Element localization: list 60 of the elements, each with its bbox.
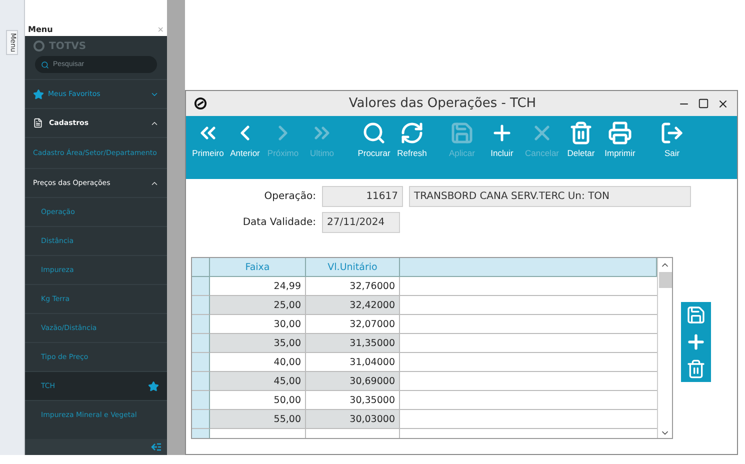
document-icon (33, 118, 43, 128)
table-cell: 24,99 (210, 277, 306, 296)
table-cell: 50,00 (210, 391, 306, 410)
row-header (192, 296, 210, 315)
trash-icon (569, 121, 593, 145)
table-cell: 31,04000 (306, 353, 400, 372)
collapse-icon[interactable] (151, 443, 161, 451)
toolbar-button[interactable]: Deletar (562, 121, 600, 165)
close-button[interactable]: × (157, 24, 164, 34)
row-header (192, 315, 210, 334)
table-cell: 30,03000 (306, 410, 400, 429)
logo-icon (33, 40, 45, 52)
toolbar-button[interactable]: Sair (644, 121, 700, 165)
table-cell: 32,76000 (306, 277, 400, 296)
scrollbar[interactable] (657, 258, 672, 438)
row-header (192, 353, 210, 372)
description-field[interactable]: TRANSBORD CANA SERV.TERC Un: TON (409, 186, 691, 207)
app-icon (194, 97, 207, 110)
trash-icon[interactable] (686, 359, 706, 379)
row-header (192, 391, 210, 410)
table-cell: 30,35000 (306, 391, 400, 410)
toolbar-button[interactable]: Procurar (354, 121, 394, 165)
table-cell: 55,00 (210, 410, 306, 429)
column-header[interactable]: Vl.Unitário (306, 258, 400, 277)
table-cell: 30,69000 (306, 372, 400, 391)
row-header (192, 258, 210, 277)
table-cell: 32,42000 (306, 296, 400, 315)
toolbar-button[interactable]: Incluir (482, 121, 522, 165)
scroll-thumb[interactable] (658, 272, 672, 288)
field-label: Operação: (263, 191, 316, 202)
plus-icon[interactable] (685, 331, 707, 353)
search-icon (41, 60, 49, 68)
row-header (192, 372, 210, 391)
toolbar-button[interactable]: Imprimir (600, 121, 640, 165)
search-icon (362, 121, 386, 145)
table-cell: 32,07000 (306, 315, 400, 334)
printer-icon (608, 121, 632, 145)
row-header (192, 277, 210, 296)
table-cell: 31,35000 (306, 334, 400, 353)
toolbar-button[interactable]: Primeiro (190, 121, 226, 165)
refresh-icon (400, 121, 424, 145)
table-cell: 30,00 (210, 315, 306, 334)
code-field[interactable]: 11617 (322, 186, 403, 207)
row-header (192, 334, 210, 353)
star-icon (33, 88, 44, 100)
star-icon[interactable] (148, 380, 159, 392)
toolbar-button[interactable]: Refresh (394, 121, 430, 165)
table-cell: 35,00 (210, 334, 306, 353)
maximize-icon[interactable] (698, 98, 709, 108)
menu-title: Menu (28, 24, 53, 34)
table-cell: 45,00 (210, 372, 306, 391)
close-icon[interactable] (717, 98, 729, 110)
exit-icon (660, 121, 684, 145)
date-field[interactable]: 27/11/2024 (322, 212, 400, 233)
table-cell: 40,00 (210, 353, 306, 372)
table-cell: 25,00 (210, 296, 306, 315)
toolbar-button[interactable]: Anterior (226, 121, 264, 165)
column-header[interactable]: Faixa (210, 258, 306, 277)
field-label: Data Validade: (242, 217, 316, 228)
window-title: Valores das Operações - TCH (348, 96, 538, 111)
